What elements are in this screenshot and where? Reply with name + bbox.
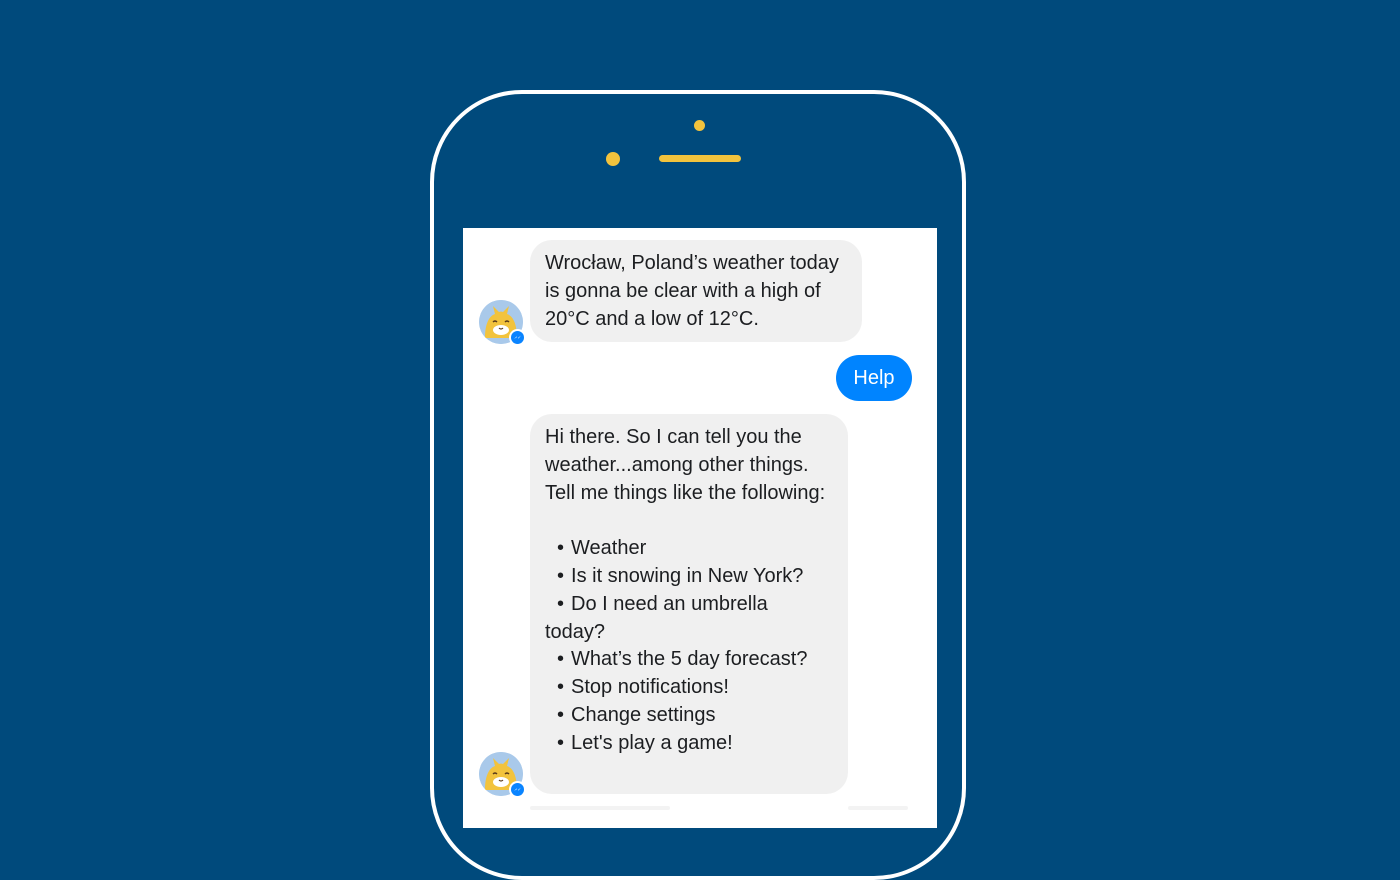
list-item: • What’s the 5 day forecast? — [557, 648, 808, 671]
list-item: • Weather — [557, 537, 647, 560]
front-camera — [694, 120, 705, 131]
list-item: • Do I need an umbrella today? — [545, 592, 768, 643]
proximity-sensor — [606, 152, 620, 166]
bot-message-text: Wrocław, Poland’s weather today is gonna… — [545, 252, 839, 330]
list-item: • Change settings — [557, 703, 716, 726]
next-message-edge — [848, 806, 908, 810]
bot-avatar[interactable] — [479, 752, 526, 798]
user-message-text: Help — [853, 367, 895, 389]
earpiece-speaker — [659, 155, 741, 162]
list-item: • Is it snowing in New York? — [557, 564, 804, 587]
messenger-icon — [511, 783, 524, 796]
next-message-edge — [530, 806, 670, 810]
messenger-icon — [511, 331, 524, 344]
list-item: • Stop notifications! — [557, 676, 729, 699]
bot-message-weather: Wrocław, Poland’s weather today is gonna… — [530, 240, 862, 342]
list-item: • Let's play a game! — [557, 731, 733, 754]
user-message-help: Help — [836, 355, 912, 401]
chat-screen: Wrocław, Poland’s weather today is gonna… — [463, 228, 937, 828]
messenger-badge — [509, 781, 526, 798]
help-intro-text: Hi there. So I can tell you the weather.… — [545, 426, 826, 504]
bot-message-help: Hi there. So I can tell you the weather.… — [530, 414, 848, 794]
messenger-badge — [509, 329, 526, 346]
bot-avatar[interactable] — [479, 300, 526, 346]
